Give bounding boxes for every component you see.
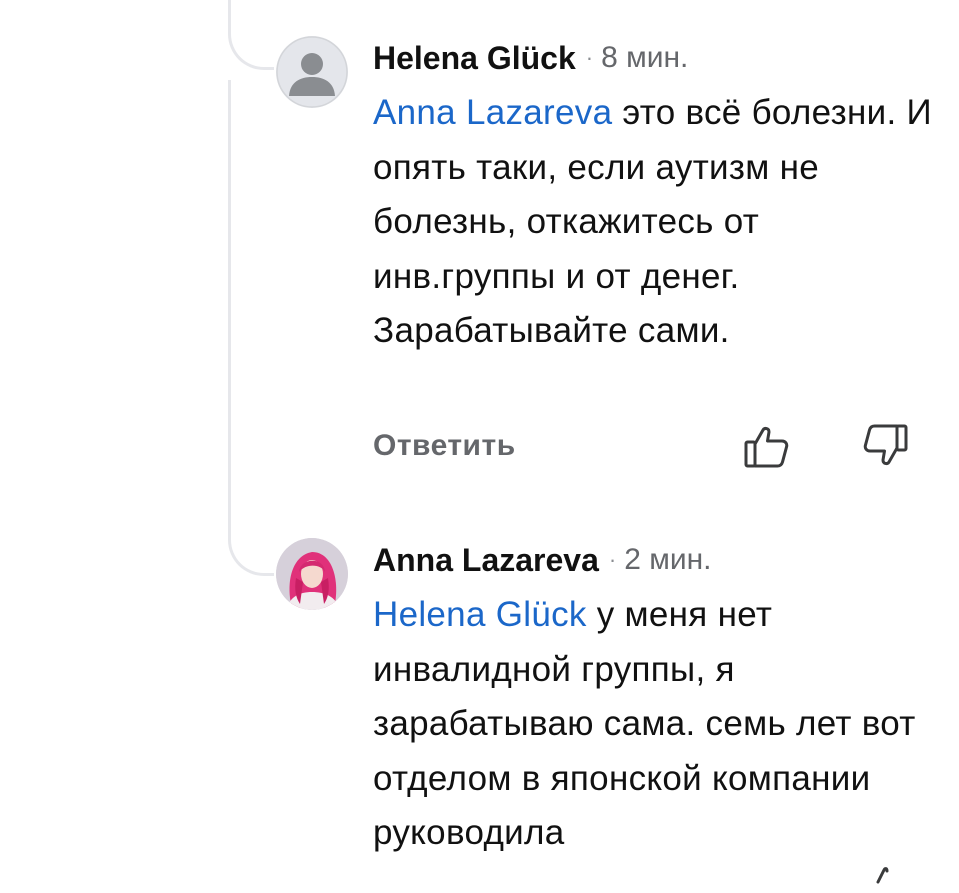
separator-dot: · <box>608 547 617 572</box>
thread-connector-1 <box>228 26 274 70</box>
mention-link[interactable]: Helena Glück <box>373 595 587 634</box>
default-user-avatar-icon[interactable] <box>276 36 348 108</box>
comment-time[interactable]: 8 мин. <box>601 41 688 75</box>
comment-header: Anna Lazareva · 2 мин. <box>373 540 933 580</box>
mention-link[interactable]: Anna Lazareva <box>373 93 612 132</box>
comment-author[interactable]: Anna Lazareva <box>373 542 599 579</box>
comment-author[interactable]: Helena Glück <box>373 40 576 77</box>
reply-button[interactable]: Ответить <box>373 429 516 463</box>
user-photo-avatar-icon[interactable] <box>276 538 348 610</box>
thread-connector-2 <box>228 532 274 576</box>
thumbs-down-icon[interactable] <box>861 422 909 470</box>
comment-helena: Helena Glück · 8 мин. Anna Lazareva это … <box>373 38 933 359</box>
comment-time[interactable]: 2 мин. <box>624 543 711 577</box>
comment-body: Helena Glück у меня нет инвалидной групп… <box>373 588 933 861</box>
comment-header: Helena Glück · 8 мин. <box>373 38 933 78</box>
thread-line <box>228 80 231 540</box>
separator-dot: · <box>585 45 594 70</box>
thumbs-up-icon[interactable] <box>872 858 912 888</box>
comment-anna: Anna Lazareva · 2 мин. Helena Glück у ме… <box>373 540 933 861</box>
comment-body: Anna Lazareva это всё болезни. И опять т… <box>373 86 933 359</box>
thumbs-up-icon[interactable] <box>743 422 791 470</box>
comment-actions: Ответить <box>373 420 933 476</box>
